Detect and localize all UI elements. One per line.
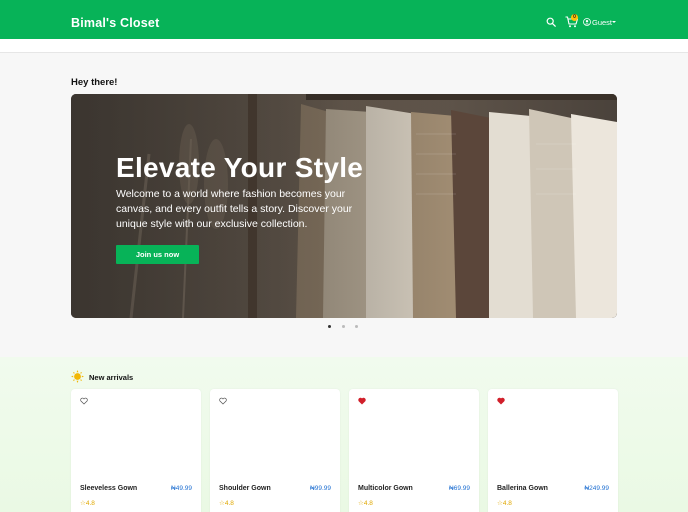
heart-icon[interactable] bbox=[358, 397, 366, 405]
rating-value: 4.8 bbox=[363, 500, 373, 507]
product-price: ₦99.99 bbox=[310, 485, 331, 492]
heart-icon[interactable] bbox=[219, 397, 227, 405]
join-us-button[interactable]: Join us now bbox=[116, 245, 199, 264]
product-card[interactable]: Shoulder Gown ₦99.99 ☆4.8 bbox=[210, 389, 340, 512]
heart-icon[interactable] bbox=[497, 397, 505, 405]
hero-carousel[interactable]: Elevate Your Style Welcome to a world wh… bbox=[71, 94, 617, 318]
product-price: ₦69.99 bbox=[449, 485, 470, 492]
product-price: ₦249.99 bbox=[584, 485, 609, 492]
product-rating: ☆4.8 bbox=[219, 499, 234, 507]
new-arrivals-heading: New arrivals bbox=[89, 373, 134, 382]
heart-icon[interactable] bbox=[80, 397, 88, 405]
hero-title: Elevate Your Style bbox=[116, 152, 364, 183]
carousel-indicators bbox=[328, 325, 360, 329]
greeting-heading: Hey there! bbox=[71, 77, 118, 88]
product-rating: ☆4.8 bbox=[497, 499, 512, 507]
rating-value: 4.8 bbox=[502, 500, 512, 507]
search-icon[interactable] bbox=[546, 17, 556, 27]
chevron-down-icon[interactable] bbox=[612, 21, 616, 23]
product-card[interactable]: Sleeveless Gown ₦49.99 ☆4.8 bbox=[71, 389, 201, 512]
product-name: Ballerina Gown bbox=[497, 485, 548, 492]
user-icon[interactable] bbox=[583, 18, 591, 26]
carousel-dot-2[interactable] bbox=[342, 325, 345, 328]
brand-logo[interactable]: Bimal's Closet bbox=[71, 16, 159, 30]
product-price: ₦49.99 bbox=[171, 485, 192, 492]
hero-description: Welcome to a world where fashion becomes… bbox=[116, 188, 353, 230]
rating-value: 4.8 bbox=[85, 500, 95, 507]
cart-count-badge: 0 bbox=[571, 14, 578, 21]
rating-value: 4.8 bbox=[224, 500, 234, 507]
product-card[interactable]: Multicolor Gown ₦69.99 ☆4.8 bbox=[349, 389, 479, 512]
carousel-dot-1[interactable] bbox=[328, 325, 331, 328]
product-rating: ☆4.8 bbox=[358, 499, 373, 507]
product-name: Shoulder Gown bbox=[219, 485, 271, 492]
sub-navbar bbox=[0, 39, 688, 53]
top-navbar: Bimal's Closet 0 Guest bbox=[0, 0, 688, 39]
carousel-dot-3[interactable] bbox=[355, 325, 358, 328]
sun-icon bbox=[71, 370, 84, 383]
product-rating: ☆4.8 bbox=[80, 499, 95, 507]
product-name: Sleeveless Gown bbox=[80, 485, 138, 492]
user-menu-label[interactable]: Guest bbox=[592, 18, 612, 27]
product-card[interactable]: Ballerina Gown ₦249.99 ☆4.8 bbox=[488, 389, 618, 512]
product-name: Multicolor Gown bbox=[358, 485, 413, 492]
